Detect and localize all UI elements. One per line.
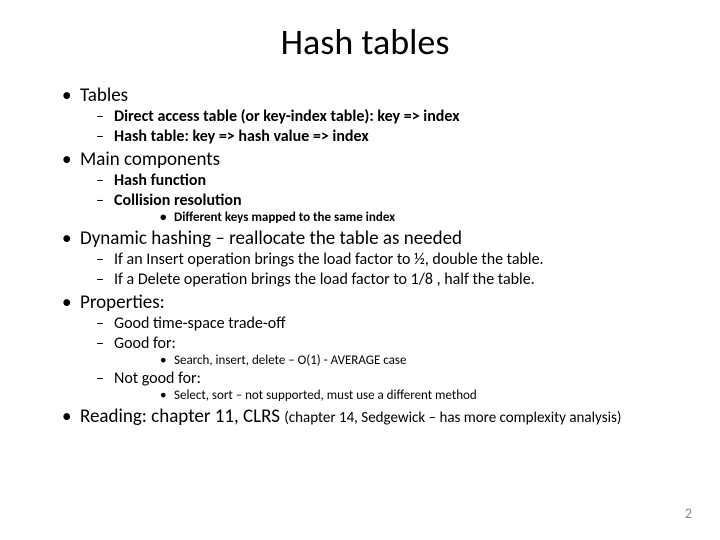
text: Not good for: xyxy=(114,369,201,388)
text: If a Delete operation brings the load fa… xyxy=(114,270,535,289)
sub-bullet: Hash function xyxy=(96,171,680,190)
sub-bullet: Good time-space trade-off xyxy=(96,314,680,333)
text: Main components xyxy=(80,148,220,171)
bullet-reading: Reading: chapter 11, CLRS (chapter 14, S… xyxy=(62,405,680,428)
text: Select, sort – not supported, must use a… xyxy=(174,388,477,403)
text: Different keys mapped to the same index xyxy=(174,210,395,225)
text: If an Insert operation brings the load f… xyxy=(114,250,544,269)
bullet-main-components: Main components Hash function Collision … xyxy=(62,148,680,225)
sub-bullet: Good for: Search, insert, delete – O(1) … xyxy=(96,334,680,368)
bullet-properties: Properties: Good time-space trade-off Go… xyxy=(62,291,680,403)
sub-bullet: If an Insert operation brings the load f… xyxy=(96,250,680,269)
text: Collision resolution xyxy=(114,191,242,210)
sub-sub-bullet: Select, sort – not supported, must use a… xyxy=(160,388,680,403)
sub-bullet: Not good for: Select, sort – not support… xyxy=(96,369,680,403)
sub-sub-bullet: Search, insert, delete – O(1) - AVERAGE … xyxy=(160,353,680,368)
reading-note: (chapter 14, Sedgewick – has more comple… xyxy=(284,409,621,427)
text: Good for: xyxy=(114,334,176,353)
sub-sub-bullet: Different keys mapped to the same index xyxy=(160,210,680,225)
text: Direct access table (or key-index table)… xyxy=(114,107,460,126)
text: Good time-space trade-off xyxy=(114,314,286,333)
bullet-tables: Tables Direct access table (or key-index… xyxy=(62,84,680,146)
bullet-list: Tables Direct access table (or key-index… xyxy=(50,84,680,428)
text: Hash function xyxy=(114,171,206,190)
text: Hash table: key => hash value => index xyxy=(114,127,369,146)
text: Tables xyxy=(80,84,128,107)
sub-bullet: Hash table: key => hash value => index xyxy=(96,127,680,146)
text: Properties: xyxy=(80,291,165,314)
text: Dynamic hashing – reallocate the table a… xyxy=(80,227,462,250)
sub-bullet: Direct access table (or key-index table)… xyxy=(96,107,680,126)
text: Search, insert, delete – O(1) - AVERAGE … xyxy=(174,353,406,368)
bullet-dynamic-hashing: Dynamic hashing – reallocate the table a… xyxy=(62,227,680,289)
sub-bullet: Collision resolution Different keys mapp… xyxy=(96,191,680,225)
slide-title: Hash tables xyxy=(50,20,680,64)
slide-number: 2 xyxy=(685,505,692,522)
text: Reading: chapter 11, CLRS xyxy=(80,405,280,428)
sub-bullet: If a Delete operation brings the load fa… xyxy=(96,270,680,289)
